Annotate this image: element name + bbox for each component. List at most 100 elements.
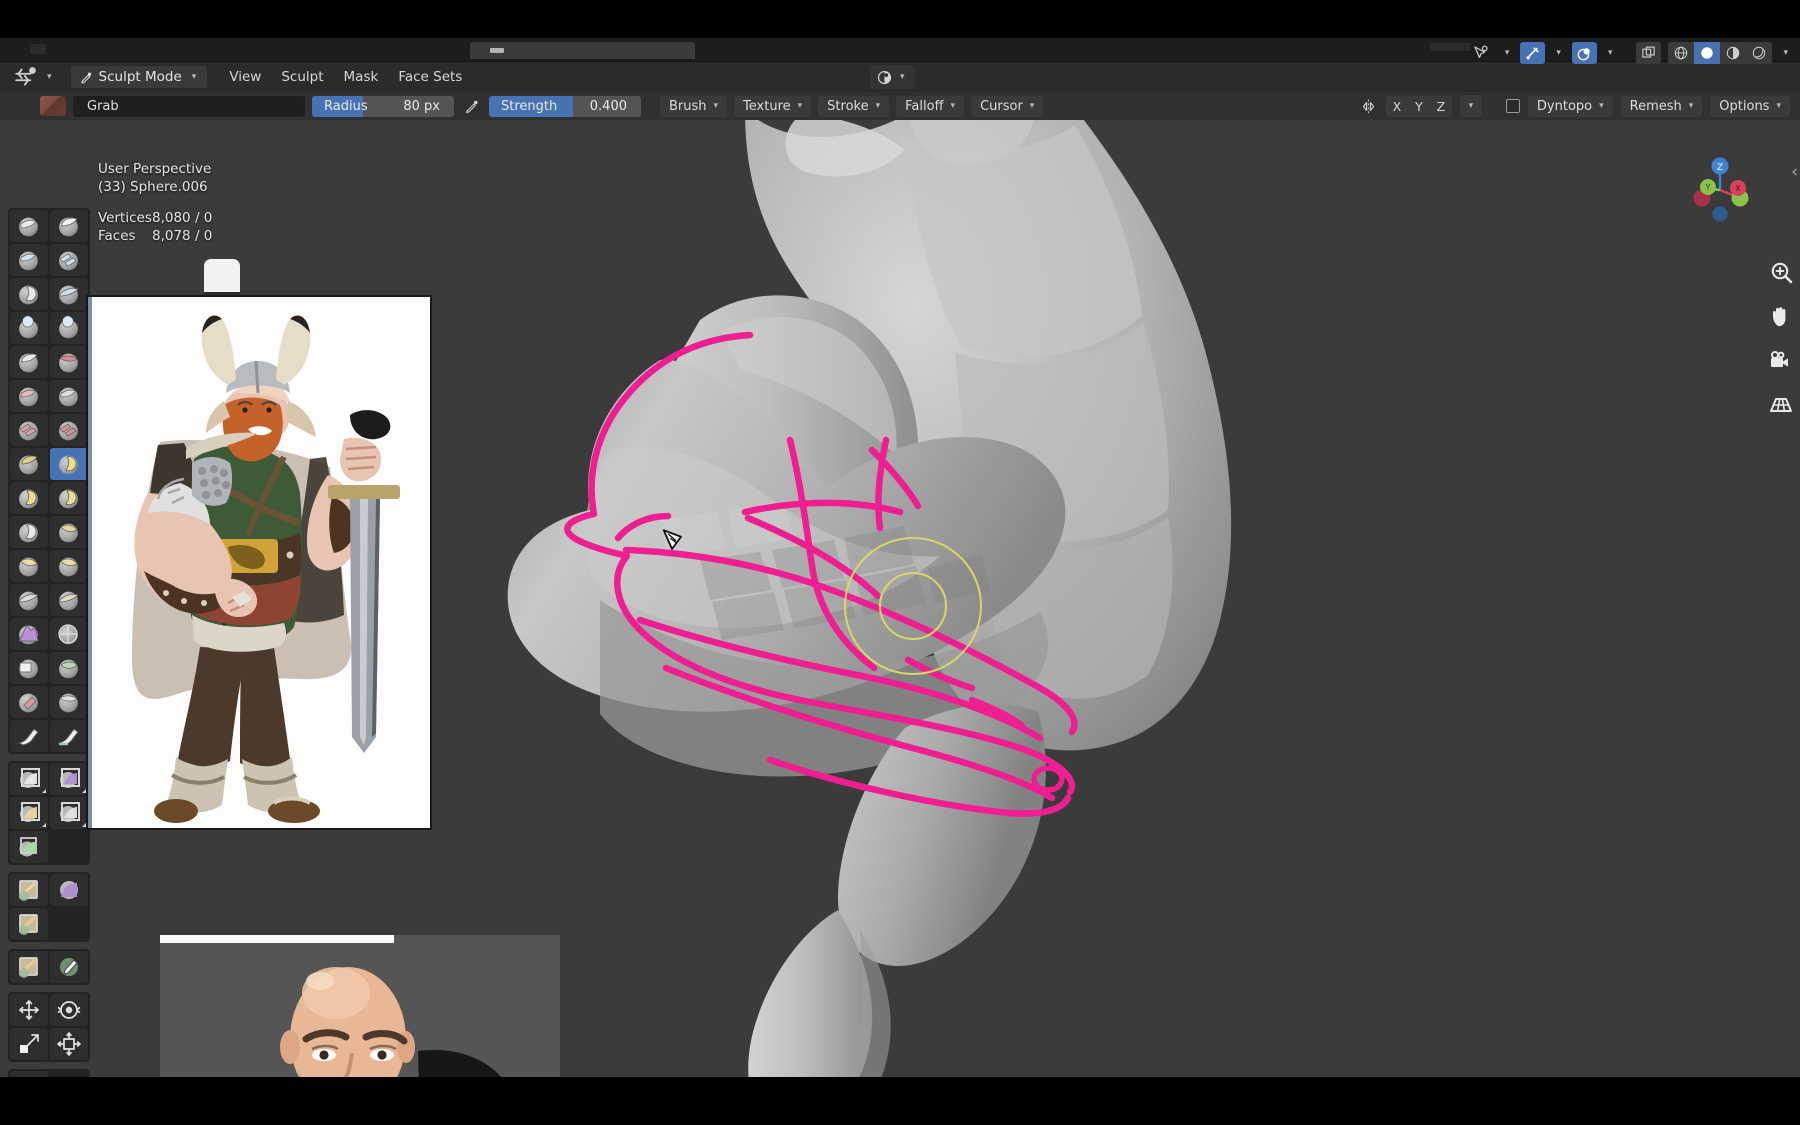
shading-mode-wireframe[interactable]: [1668, 42, 1694, 64]
falloff-dropdown[interactable]: Falloff ▾: [896, 95, 965, 117]
reference-panel-tab[interactable]: [204, 259, 240, 295]
shading-mode-material-preview[interactable]: [1720, 42, 1746, 64]
scale-gizmo-icon: [20, 1034, 39, 1053]
reference-image-panel[interactable]: [86, 259, 432, 830]
toolbar-row: [9, 651, 89, 685]
tool-move[interactable]: [10, 994, 48, 1026]
svg-text:Z: Z: [1717, 163, 1723, 173]
tool-box-trim[interactable]: [50, 797, 88, 829]
tool-nudge[interactable]: [10, 550, 48, 582]
transform-tools: [8, 992, 90, 1062]
snap-magnet-icon[interactable]: [1520, 42, 1546, 64]
tool-crease[interactable]: [10, 346, 48, 378]
object-visibility-icon[interactable]: [1468, 42, 1494, 64]
brush-color-swatch[interactable]: [40, 96, 66, 116]
mode-selector[interactable]: Sculpt Mode ▾: [70, 66, 208, 88]
tool-snake-hook[interactable]: [50, 482, 88, 514]
tool-cloth[interactable]: [10, 618, 48, 650]
tool-mask-by-color[interactable]: [50, 951, 88, 983]
options-dropdown[interactable]: Options ▾: [1710, 95, 1790, 117]
hand-move-icon[interactable]: [1768, 304, 1794, 330]
tool-smooth[interactable]: [50, 346, 88, 378]
toggle-xray-icon[interactable]: [1636, 42, 1662, 64]
snap-caret[interactable]: ▾: [1552, 48, 1565, 58]
tool-multires-displacement-eraser[interactable]: [10, 686, 48, 718]
tool-smear[interactable]: [50, 720, 88, 752]
tool-box-face-set[interactable]: [10, 797, 48, 829]
strength-slider[interactable]: Strength 0.400: [489, 95, 641, 117]
menu-view[interactable]: View: [219, 66, 271, 88]
tool-simplify[interactable]: [50, 618, 88, 650]
sidebar-toggle-arrow[interactable]: ‹: [1791, 162, 1798, 182]
tool-flatten[interactable]: [10, 380, 48, 412]
editor-type-selector[interactable]: ▾: [8, 66, 61, 88]
menu-face-sets[interactable]: Face Sets: [388, 66, 472, 88]
tool-clay[interactable]: [10, 244, 48, 276]
tool-mesh-filter[interactable]: [10, 874, 48, 906]
tool-mask[interactable]: [10, 652, 48, 684]
cursor-dropdown[interactable]: Cursor ▾: [971, 95, 1044, 117]
3d-viewport[interactable]: User Perspective (33) Sphere.006 Vertice…: [0, 120, 1800, 1077]
tool-draw-sharp[interactable]: [50, 210, 88, 242]
topbar-menu-stub[interactable]: [30, 44, 46, 54]
tool-inflate[interactable]: [10, 312, 48, 344]
topbar-scene-stub[interactable]: [1430, 43, 1470, 51]
shading-mode-rendered[interactable]: [1746, 42, 1772, 64]
shading-mode-solid[interactable]: [1694, 42, 1721, 64]
orthographic-grid-icon[interactable]: [1768, 392, 1794, 418]
remesh-dropdown[interactable]: Remesh ▾: [1620, 95, 1703, 117]
tool-rotate-gizmo[interactable]: [50, 994, 88, 1026]
dyntopo-dropdown[interactable]: Dyntopo ▾: [1527, 95, 1613, 117]
brush-dropdown[interactable]: Brush ▾: [660, 95, 728, 117]
mirror-axis-y[interactable]: Y: [1408, 96, 1430, 117]
tool-draw[interactable]: [10, 210, 48, 242]
sphere-mask-icon: [19, 659, 38, 679]
camera-icon[interactable]: [1768, 348, 1794, 374]
tool-box-hide[interactable]: [50, 763, 88, 795]
tool-rotate[interactable]: [50, 550, 88, 582]
tool-slide-relax[interactable]: [10, 584, 48, 616]
stroke-dropdown[interactable]: Stroke ▾: [818, 95, 890, 117]
tool-blob[interactable]: [50, 312, 88, 344]
tool-cloth-filter[interactable]: [50, 874, 88, 906]
mirror-options-caret[interactable]: ▾: [1459, 95, 1482, 117]
tool-line-project[interactable]: [10, 831, 48, 863]
proportional-caret[interactable]: ▾: [1604, 48, 1617, 58]
zoom-icon[interactable]: [1768, 260, 1794, 286]
tool-grab[interactable]: [50, 448, 88, 480]
tool-edit-face-set[interactable]: [10, 951, 48, 983]
pressure-radius-icon[interactable]: [461, 98, 482, 115]
proportional-editing-icon[interactable]: [1571, 42, 1597, 64]
menu-mask[interactable]: Mask: [334, 66, 389, 88]
tool-scrape[interactable]: [10, 414, 48, 446]
tool-thumb[interactable]: [10, 516, 48, 548]
navigation-gizmo[interactable]: Z Y X: [1682, 152, 1758, 228]
tool-pose[interactable]: [50, 516, 88, 548]
tool-paint[interactable]: [10, 720, 48, 752]
tool-scale[interactable]: [10, 1028, 48, 1060]
menu-sculpt[interactable]: Sculpt: [271, 66, 333, 88]
tool-boundary[interactable]: [50, 584, 88, 616]
mirror-axis-z[interactable]: Z: [1430, 96, 1452, 117]
visibility-caret[interactable]: ▾: [1501, 48, 1514, 58]
tool-pinch[interactable]: [10, 448, 48, 480]
tool-box-mask[interactable]: [10, 763, 48, 795]
dyntopo-checkbox[interactable]: [1505, 99, 1520, 113]
tool-multiplane-scrape[interactable]: [50, 414, 88, 446]
tool-clay-thumb[interactable]: [10, 278, 48, 310]
tool-elastic-deform[interactable]: [10, 482, 48, 514]
shading-options-caret[interactable]: ▾: [1779, 48, 1792, 58]
tool-multires-smear[interactable]: [50, 686, 88, 718]
radius-slider[interactable]: Radius 80 px: [312, 95, 454, 117]
tool-fill[interactable]: [50, 380, 88, 412]
tool-draw-face-sets[interactable]: [50, 652, 88, 684]
tool-transform[interactable]: [50, 1028, 88, 1060]
brush-name-field[interactable]: Grab: [73, 95, 305, 117]
texture-dropdown[interactable]: Texture ▾: [734, 95, 812, 117]
workspace-tab-active[interactable]: [470, 42, 695, 59]
tool-clay-strips[interactable]: [50, 244, 88, 276]
tool-layer[interactable]: [50, 278, 88, 310]
tool-color-filter[interactable]: [10, 908, 48, 940]
viewport-shading-popover[interactable]: ▾: [870, 65, 915, 89]
mirror-axis-x[interactable]: X: [1386, 96, 1408, 117]
